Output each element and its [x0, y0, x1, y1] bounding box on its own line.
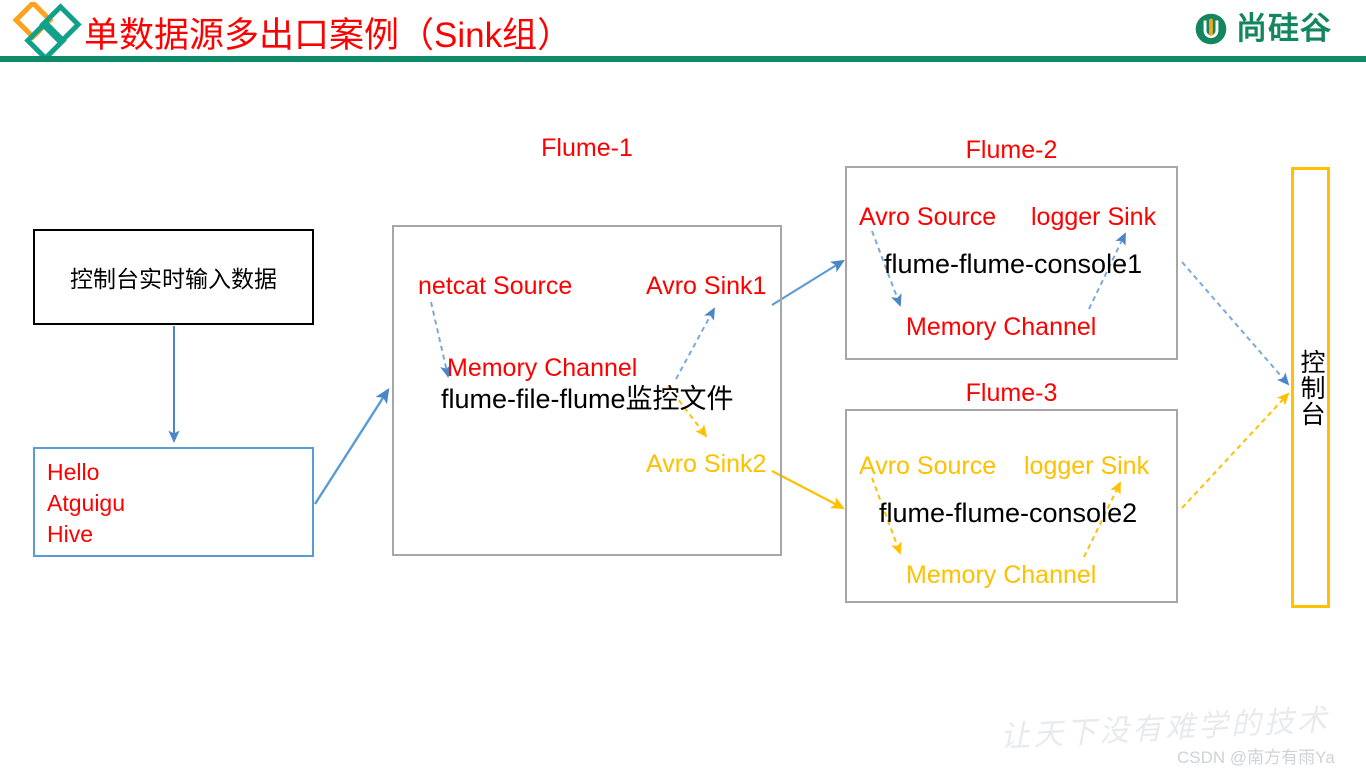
flume1-source-label: netcat Source	[418, 272, 573, 300]
atguigu-u-icon	[1195, 13, 1227, 45]
flume2-title: Flume-2	[965, 136, 1058, 164]
data-line-atguigu: Atguigu	[47, 490, 126, 516]
arrow-sink1-to-flume2	[771, 259, 845, 306]
flume2-source-label: Avro Source	[859, 203, 997, 231]
flume3-config-label: flume-flume-console2	[879, 498, 1138, 528]
flume1-title: Flume-1	[541, 134, 633, 162]
console-input-box: 控制台实时输入数据	[33, 229, 314, 325]
page-header: 单数据源多出口案例（Sink组） 尚硅谷	[0, 0, 1366, 64]
flume3-sink-label: logger Sink	[1024, 452, 1150, 480]
flume2-config-label: flume-flume-console1	[884, 249, 1143, 279]
flume1-sink1-label: Avro Sink1	[646, 272, 767, 300]
brand-diamond-logo-icon	[12, 2, 82, 60]
flume3-title: Flume-3	[965, 379, 1058, 407]
input-data-box: Hello Atguigu Hive	[33, 447, 314, 557]
csdn-credit-watermark: CSDN @南方有雨Ya	[1177, 748, 1335, 767]
arrow-sink2-to-flume3	[771, 470, 845, 510]
flume2-sink-label: logger Sink	[1031, 203, 1157, 231]
flume3-channel-label: Memory Channel	[906, 561, 1097, 589]
console-output-label: 控制台	[1297, 348, 1325, 427]
console-input-label: 控制台实时输入数据	[70, 266, 277, 292]
diagram-canvas: 控制台实时输入数据 Hello Atguigu Hive Flume-1 net…	[0, 64, 1366, 768]
data-line-hello: Hello	[47, 459, 100, 485]
header-divider	[0, 56, 1366, 62]
flume1-config-label: flume-file-flume监控文件	[441, 384, 734, 414]
flume3-source-label: Avro Source	[859, 452, 997, 480]
flume1-sink2-label: Avro Sink2	[646, 450, 767, 478]
arrow-flume3-to-console	[1181, 392, 1290, 509]
arrow-flume2-to-console	[1181, 261, 1290, 386]
arrow-data-to-flume1	[313, 387, 390, 505]
flume2-channel-label: Memory Channel	[906, 313, 1097, 341]
brand-logo-text: 尚硅谷	[1236, 11, 1332, 46]
page-title: 单数据源多出口案例（Sink组）	[84, 16, 573, 55]
console-output-box: 控制台	[1291, 167, 1330, 608]
brand-logo: 尚硅谷	[1194, 9, 1332, 49]
data-line-hive: Hive	[47, 521, 94, 547]
